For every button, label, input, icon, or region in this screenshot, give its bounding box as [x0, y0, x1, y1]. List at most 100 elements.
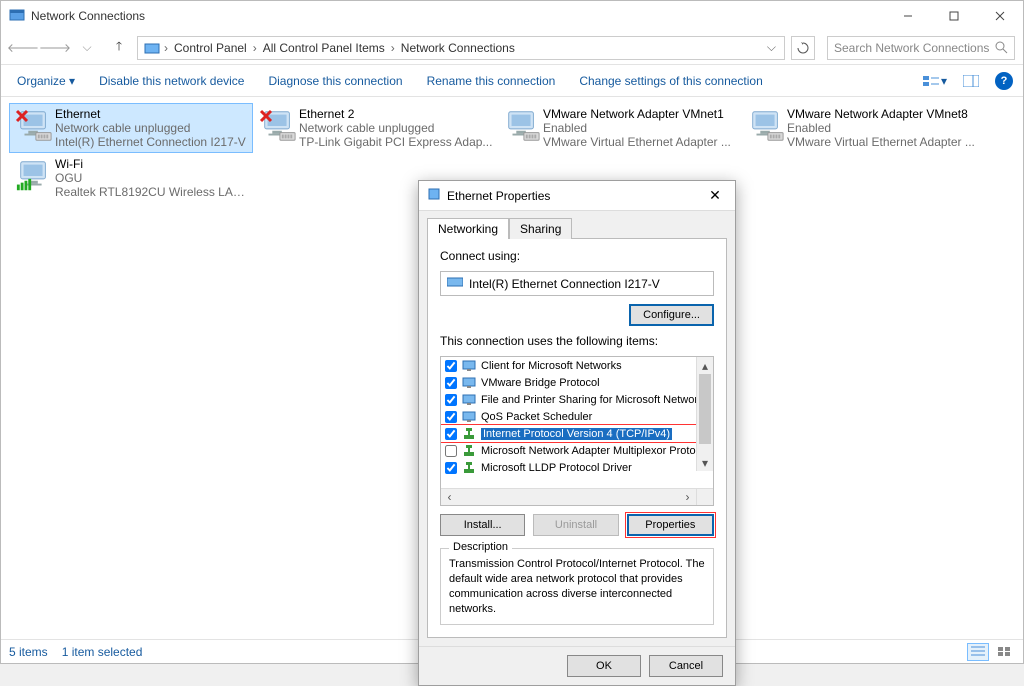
organize-menu[interactable]: Organize ▾ [11, 70, 81, 92]
component-checkbox[interactable] [445, 377, 457, 389]
adapter-icon [501, 107, 543, 149]
network-connections-icon [142, 40, 162, 56]
back-button[interactable]: 🡐 [9, 34, 37, 62]
breadcrumb-item[interactable]: Control Panel [170, 41, 251, 55]
forward-button[interactable]: 🡒 [41, 34, 69, 62]
component-item[interactable]: QoS Packet Scheduler [441, 408, 713, 425]
adapter-item[interactable]: VMware Network Adapter VMnet1EnabledVMwa… [497, 103, 741, 153]
description-text: Transmission Control Protocol/Internet P… [449, 557, 705, 616]
cancel-button[interactable]: Cancel [649, 655, 723, 677]
large-icons-view-button[interactable] [993, 643, 1015, 661]
horizontal-scrollbar[interactable]: ‹ › [441, 488, 713, 505]
vertical-scrollbar[interactable]: ▴▾ [696, 357, 713, 471]
tab-networking[interactable]: Networking [427, 218, 509, 239]
adapter-name-box: Intel(R) Ethernet Connection I217-V [440, 271, 714, 296]
adapter-icon [745, 107, 787, 149]
component-checkbox[interactable] [445, 428, 457, 440]
component-checkbox[interactable] [445, 445, 457, 457]
install-button[interactable]: Install... [440, 514, 525, 536]
component-item[interactable]: File and Printer Sharing for Microsoft N… [441, 391, 713, 408]
chevron-right-icon[interactable]: › [251, 41, 259, 55]
item-count: 5 items [9, 645, 48, 659]
adapter-icon [13, 157, 55, 199]
adapter-item[interactable]: Ethernet 2Network cable unpluggedTP-Link… [253, 103, 497, 153]
component-item[interactable]: Microsoft Network Adapter Multiplexor Pr… [441, 442, 713, 459]
adapter-device: Intel(R) Ethernet Connection I217-V [55, 135, 249, 149]
tab-body-networking: Connect using: Intel(R) Ethernet Connect… [427, 238, 727, 638]
diagnose-button[interactable]: Diagnose this connection [262, 70, 408, 92]
component-checkbox[interactable] [445, 360, 457, 372]
component-label: Client for Microsoft Networks [481, 360, 622, 372]
ok-button[interactable]: OK [567, 655, 641, 677]
uninstall-button: Uninstall [533, 514, 618, 536]
scroll-right-button[interactable]: › [679, 489, 696, 505]
dialog-titlebar: Ethernet Properties ✕ [419, 181, 735, 211]
change-settings-button[interactable]: Change settings of this connection [573, 70, 768, 92]
components-list[interactable]: ▴▾Client for Microsoft NetworksVMware Br… [440, 356, 714, 506]
adapter-item[interactable]: EthernetNetwork cable unpluggedIntel(R) … [9, 103, 253, 153]
adapter-status: OGU [55, 171, 249, 185]
view-options-button[interactable]: ▾ [923, 69, 947, 93]
preview-pane-button[interactable] [959, 69, 983, 93]
breadcrumb-item[interactable]: Network Connections [397, 41, 519, 55]
component-item[interactable]: VMware Bridge Protocol [441, 374, 713, 391]
component-checkbox[interactable] [445, 411, 457, 423]
maximize-button[interactable] [931, 1, 977, 31]
adapter-item[interactable]: Wi-FiOGURealtek RTL8192CU Wireless LAN .… [9, 153, 253, 203]
component-checkbox[interactable] [445, 394, 457, 406]
disable-device-button[interactable]: Disable this network device [93, 70, 250, 92]
breadcrumb-item[interactable]: All Control Panel Items [259, 41, 389, 55]
component-item[interactable]: Client for Microsoft Networks [441, 357, 713, 374]
properties-button[interactable]: Properties [627, 514, 714, 536]
scroll-down-button[interactable]: ▾ [697, 454, 713, 471]
dialog-icon [427, 187, 441, 204]
component-item[interactable]: Internet Protocol Version 4 (TCP/IPv4) [441, 425, 713, 442]
scroll-left-button[interactable]: ‹ [441, 489, 458, 505]
component-label: Internet Protocol Version 4 (TCP/IPv4) [481, 428, 672, 440]
component-label: Microsoft Network Adapter Multiplexor Pr… [481, 445, 710, 457]
component-icon [461, 462, 477, 474]
adapter-status: Enabled [787, 121, 981, 135]
scrollbar-thumb[interactable] [699, 374, 711, 444]
component-checkbox[interactable] [445, 462, 457, 474]
component-icon [461, 394, 477, 406]
component-label: File and Printer Sharing for Microsoft N… [481, 394, 709, 406]
dialog-title: Ethernet Properties [447, 189, 550, 203]
ethernet-properties-dialog: Ethernet Properties ✕ Networking Sharing… [418, 180, 736, 686]
adapter-status: Network cable unplugged [55, 121, 249, 135]
search-input[interactable]: Search Network Connections [827, 36, 1015, 60]
chevron-right-icon[interactable]: › [162, 41, 170, 55]
details-view-button[interactable] [967, 643, 989, 661]
breadcrumb[interactable]: › Control Panel › All Control Panel Item… [137, 36, 785, 60]
adapter-item[interactable]: VMware Network Adapter VMnet8EnabledVMwa… [741, 103, 985, 153]
items-label: This connection uses the following items… [440, 334, 714, 348]
configure-button[interactable]: Configure... [629, 304, 714, 326]
refresh-button[interactable] [791, 36, 815, 60]
component-icon [461, 428, 477, 440]
rename-button[interactable]: Rename this connection [421, 70, 562, 92]
chevron-right-icon[interactable]: › [389, 41, 397, 55]
dialog-close-button[interactable]: ✕ [695, 181, 735, 211]
component-label: QoS Packet Scheduler [481, 411, 592, 423]
close-button[interactable] [977, 1, 1023, 31]
up-button[interactable]: 🡑 [105, 34, 133, 62]
command-bar: Organize ▾ Disable this network device D… [1, 65, 1023, 97]
window-icon [9, 7, 25, 26]
adapter-status: Enabled [543, 121, 737, 135]
description-group: Description Transmission Control Protoco… [440, 548, 714, 625]
adapter-name: Ethernet 2 [299, 107, 493, 121]
component-label: Microsoft LLDP Protocol Driver [481, 462, 632, 474]
help-button[interactable]: ? [995, 72, 1013, 90]
adapter-status: Network cable unplugged [299, 121, 493, 135]
adapter-device: VMware Virtual Ethernet Adapter ... [543, 135, 737, 149]
component-icon [461, 377, 477, 389]
adapter-name: Wi-Fi [55, 157, 249, 171]
scroll-up-button[interactable]: ▴ [697, 357, 713, 374]
component-item[interactable]: Microsoft LLDP Protocol Driver [441, 459, 713, 476]
minimize-button[interactable] [885, 1, 931, 31]
adapter-device: VMware Virtual Ethernet Adapter ... [787, 135, 981, 149]
component-icon [461, 411, 477, 423]
recent-locations[interactable]: ⌵ [73, 34, 101, 62]
tab-sharing[interactable]: Sharing [509, 218, 572, 239]
breadcrumb-dropdown[interactable]: ⌵ [763, 40, 780, 55]
